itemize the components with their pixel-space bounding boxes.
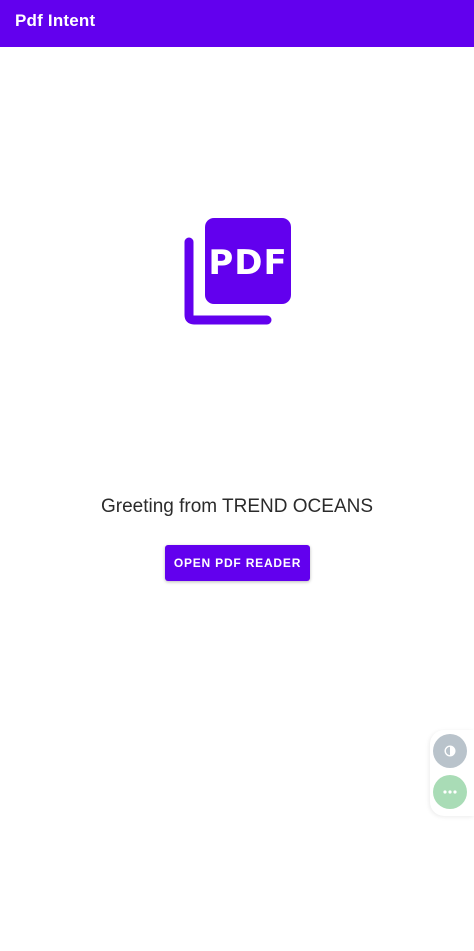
greeting-text: Greeting from TREND OCEANS [100, 496, 374, 517]
contrast-icon [444, 745, 456, 757]
more-button[interactable] [433, 775, 467, 809]
app-bar: Pdf Intent [0, 0, 474, 47]
open-pdf-reader-button[interactable]: OPEN PDF READER [165, 545, 310, 581]
app-title: Pdf Intent [15, 11, 96, 30]
more-horizontal-icon [443, 790, 457, 794]
picture-as-pdf-icon: PDF [184, 218, 291, 325]
logo-text: PDF [208, 243, 287, 283]
contrast-button[interactable] [433, 734, 467, 768]
